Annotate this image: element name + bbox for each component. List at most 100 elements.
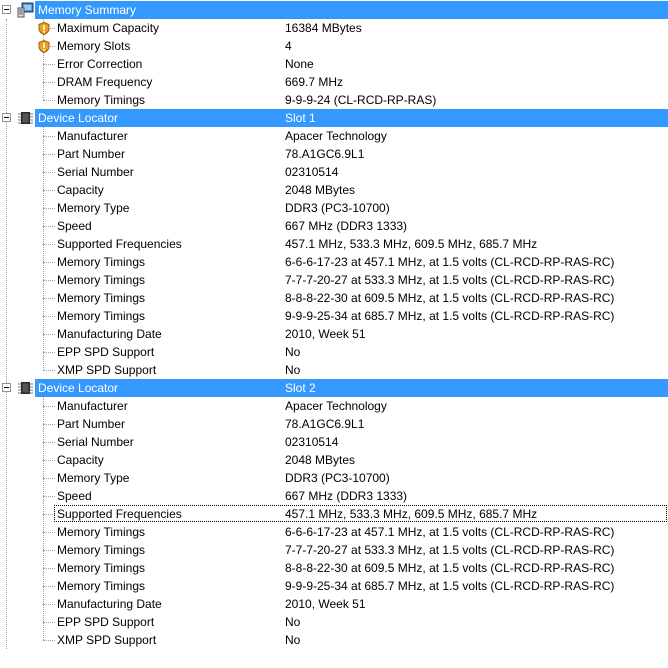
property-label: Memory Timings — [57, 525, 146, 539]
property-row[interactable]: Speed 667 MHz (DDR3 1333) — [0, 217, 668, 235]
property-value: DDR3 (PC3-10700) — [285, 471, 390, 485]
property-row[interactable]: Memory Type DDR3 (PC3-10700) — [0, 469, 668, 487]
property-value: No — [285, 633, 301, 647]
property-label: Supported Frequencies — [57, 507, 182, 521]
property-label: Manufacturer — [57, 399, 128, 413]
property-row[interactable]: Memory Timings 7-7-7-20-27 at 533.3 MHz, … — [0, 541, 668, 559]
property-row[interactable]: Memory Timings 9-9-9-25-34 at 685.7 MHz, … — [0, 577, 668, 595]
collapse-toggle[interactable] — [2, 113, 11, 122]
property-row[interactable]: Maximum Capacity 16384 MBytes — [0, 19, 668, 37]
tree-line — [43, 622, 55, 623]
property-row[interactable]: EPP SPD Support No — [0, 343, 668, 361]
tree-line — [43, 496, 55, 497]
property-value: No — [285, 615, 301, 629]
tree-line — [43, 460, 55, 461]
property-row[interactable]: Manufacturing Date 2010, Week 51 — [0, 325, 668, 343]
memory-tree-view[interactable]: Memory Summary Maximum Capacity 16384 MByt… — [0, 0, 668, 668]
property-label: Manufacturer — [57, 129, 128, 143]
property-label: Serial Number — [57, 435, 134, 449]
tree-line — [43, 190, 55, 191]
property-value: 457.1 MHz, 533.3 MHz, 609.5 MHz, 685.7 M… — [285, 507, 538, 521]
property-row[interactable]: XMP SPD Support No — [0, 631, 668, 649]
tree-line — [43, 640, 55, 641]
property-row[interactable]: Memory Timings 6-6-6-17-23 at 457.1 MHz, … — [0, 253, 668, 271]
property-value: 2010, Week 51 — [285, 597, 366, 611]
section-header[interactable]: Memory Summary — [0, 1, 668, 19]
tree-line — [43, 532, 55, 533]
property-row[interactable]: XMP SPD Support No — [0, 361, 668, 379]
property-value: DDR3 (PC3-10700) — [285, 201, 390, 215]
property-value: 16384 MBytes — [285, 21, 362, 35]
property-label: Error Correction — [57, 57, 143, 71]
section-header[interactable]: Device Locator Slot 1 — [0, 109, 668, 127]
tree-line — [43, 208, 55, 209]
section-header-value: Slot 2 — [285, 381, 316, 395]
property-value: 6-6-6-17-23 at 457.1 MHz, at 1.5 volts (… — [285, 525, 615, 539]
property-row[interactable]: DRAM Frequency 669.7 MHz — [0, 73, 668, 91]
property-row[interactable]: Error Correction None — [0, 55, 668, 73]
property-row[interactable]: Memory Timings 7-7-7-20-27 at 533.3 MHz, … — [0, 271, 668, 289]
property-value: 2048 MBytes — [285, 183, 356, 197]
property-row[interactable]: Part Number 78.A1GC6.9L1 — [0, 415, 668, 433]
property-row[interactable]: Manufacturing Date 2010, Week 51 — [0, 595, 668, 613]
property-row[interactable]: Memory Timings 8-8-8-22-30 at 609.5 MHz, … — [0, 289, 668, 307]
property-value: 667 MHz (DDR3 1333) — [285, 489, 408, 503]
property-row[interactable]: Speed 667 MHz (DDR3 1333) — [0, 487, 668, 505]
property-value: 9-9-9-25-34 at 685.7 MHz, at 1.5 volts (… — [285, 579, 615, 593]
property-value: Apacer Technology — [285, 399, 387, 413]
property-value: 2048 MBytes — [285, 453, 356, 467]
property-label: XMP SPD Support — [57, 633, 157, 647]
property-label: Memory Timings — [57, 561, 146, 575]
tree-line — [43, 442, 55, 443]
property-row[interactable]: Capacity 2048 MBytes — [0, 181, 668, 199]
property-value: 78.A1GC6.9L1 — [285, 147, 365, 161]
shield-warning-icon — [38, 21, 50, 36]
property-label: EPP SPD Support — [57, 345, 155, 359]
property-row[interactable]: EPP SPD Support No — [0, 613, 668, 631]
property-value: 7-7-7-20-27 at 533.3 MHz, at 1.5 volts (… — [285, 273, 615, 287]
property-label: DRAM Frequency — [57, 75, 153, 89]
property-label: Serial Number — [57, 165, 134, 179]
section-header-value — [285, 1, 665, 19]
property-row[interactable]: Memory Type DDR3 (PC3-10700) — [0, 199, 668, 217]
property-label: Capacity — [57, 453, 104, 467]
property-value: 02310514 — [285, 435, 339, 449]
memory-chip-icon — [17, 110, 34, 126]
tree-line — [43, 100, 55, 101]
tree-line — [43, 568, 55, 569]
property-value: None — [285, 57, 314, 71]
tree-line — [43, 424, 55, 425]
property-value: 9-9-9-25-34 at 685.7 MHz, at 1.5 volts (… — [285, 309, 615, 323]
property-label: Speed — [57, 489, 92, 503]
property-row[interactable]: Manufacturer Apacer Technology — [0, 397, 668, 415]
property-label: Memory Timings — [57, 255, 146, 269]
property-row[interactable]: Supported Frequencies 457.1 MHz, 533.3 MH… — [0, 505, 668, 523]
property-row[interactable]: Part Number 78.A1GC6.9L1 — [0, 145, 668, 163]
property-row[interactable]: Memory Timings 8-8-8-22-30 at 609.5 MHz, … — [0, 559, 668, 577]
property-row[interactable]: Manufacturer Apacer Technology — [0, 127, 668, 145]
property-row[interactable]: Memory Slots 4 — [0, 37, 668, 55]
collapse-toggle[interactable] — [2, 5, 11, 14]
section-header-label: Device Locator — [38, 381, 119, 395]
property-label: Memory Timings — [57, 291, 146, 305]
property-value: 02310514 — [285, 165, 339, 179]
property-row[interactable]: Serial Number 02310514 — [0, 433, 668, 451]
property-label: Part Number — [57, 417, 126, 431]
tree-line — [43, 136, 55, 137]
property-row[interactable]: Supported Frequencies 457.1 MHz, 533.3 MH… — [0, 235, 668, 253]
property-row[interactable]: Memory Timings 6-6-6-17-23 at 457.1 MHz, … — [0, 523, 668, 541]
property-row[interactable]: Memory Timings 9-9-9-25-34 at 685.7 MHz, … — [0, 307, 668, 325]
property-label: Memory Slots — [57, 39, 131, 53]
property-value: 78.A1GC6.9L1 — [285, 417, 365, 431]
property-label: EPP SPD Support — [57, 615, 155, 629]
section-header[interactable]: Device Locator Slot 2 — [0, 379, 668, 397]
property-value: 667 MHz (DDR3 1333) — [285, 219, 408, 233]
collapse-toggle[interactable] — [2, 383, 11, 392]
property-row[interactable]: Capacity 2048 MBytes — [0, 451, 668, 469]
tree-line — [43, 64, 55, 65]
property-value: 7-7-7-20-27 at 533.3 MHz, at 1.5 volts (… — [285, 543, 615, 557]
property-row[interactable]: Serial Number 02310514 — [0, 163, 668, 181]
property-label: Manufacturing Date — [57, 597, 162, 611]
property-label: Supported Frequencies — [57, 237, 182, 251]
property-row[interactable]: Memory Timings 9-9-9-24 (CL-RCD-RP-RAS) — [0, 91, 668, 109]
